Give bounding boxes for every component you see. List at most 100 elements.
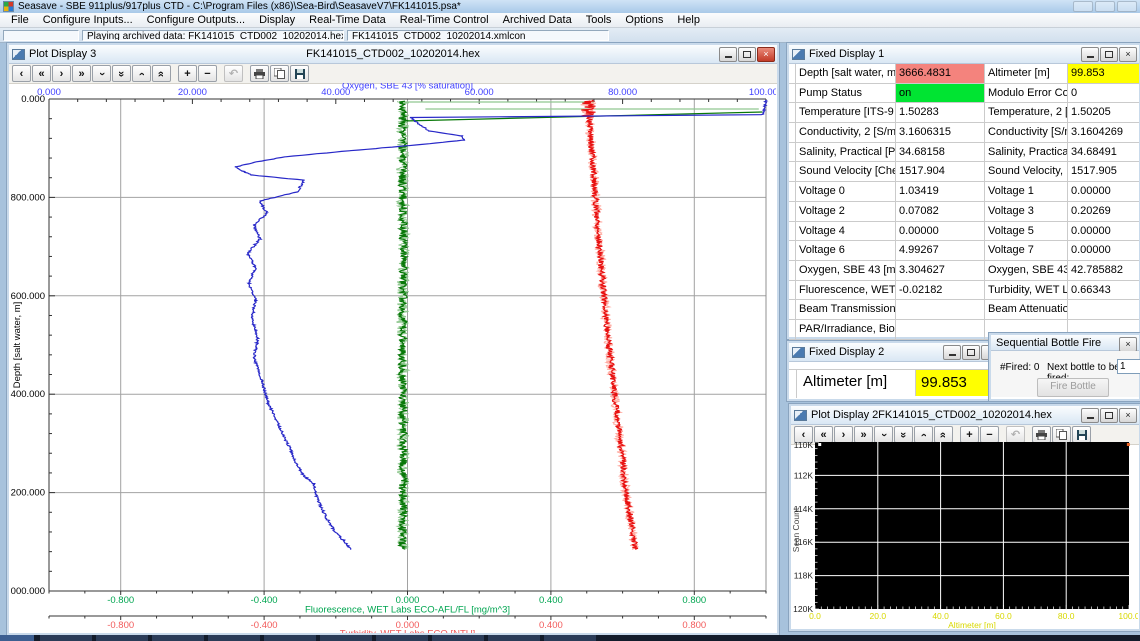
taskbar-button[interactable] xyxy=(96,635,148,641)
app-titlebar[interactable]: Seasave - SBE 911plus/917plus CTD - C:\P… xyxy=(0,0,1140,14)
restore-button[interactable] xyxy=(962,345,980,360)
pan-right-icon: › xyxy=(841,428,846,441)
row-gutter xyxy=(789,83,796,103)
windows-taskbar[interactable] xyxy=(0,635,1140,641)
taskbar-button[interactable] xyxy=(152,635,204,641)
pan-right-button[interactable]: › xyxy=(52,65,71,82)
pan-right-button[interactable]: › xyxy=(834,426,853,443)
plot-display-2-titlebar[interactable]: FK141015_CTD002_10202014.hex Plot Displa… xyxy=(791,406,1139,425)
zoom-out-button[interactable]: − xyxy=(198,65,217,82)
taskbar-button[interactable] xyxy=(544,635,596,641)
pan-up-fast-button[interactable]: » xyxy=(894,426,913,443)
minimize-button[interactable] xyxy=(1081,408,1099,423)
taskbar-button[interactable] xyxy=(264,635,316,641)
menu-item-help[interactable]: Help xyxy=(670,13,707,27)
pan-down-fast-button[interactable]: » xyxy=(152,65,171,82)
menu-item-real-time-data[interactable]: Real-Time Data xyxy=(302,13,393,27)
parameter-value: 1517.904 xyxy=(896,162,985,182)
save-button[interactable] xyxy=(1072,426,1091,443)
menu-item-tools[interactable]: Tools xyxy=(579,13,619,27)
pan-down-fast-icon: » xyxy=(937,431,950,438)
taskbar-button[interactable] xyxy=(320,635,372,641)
taskbar-button[interactable] xyxy=(432,635,484,641)
parameter-value xyxy=(896,319,985,339)
menu-item-configure-outputs[interactable]: Configure Outputs... xyxy=(140,13,252,27)
menu-item-real-time-control[interactable]: Real-Time Control xyxy=(393,13,496,27)
plot-window-icon xyxy=(794,409,807,421)
pan-left-fast-button[interactable]: « xyxy=(32,65,51,82)
fixed-display-1-titlebar[interactable]: Fixed Display 1 × xyxy=(789,45,1139,64)
taskbar-button[interactable] xyxy=(488,635,540,641)
parameter-value: 0.07082 xyxy=(896,201,985,221)
parameter-value: 1.50283 xyxy=(896,103,985,123)
table-divider xyxy=(796,369,797,398)
menu-item-file[interactable]: File xyxy=(4,13,36,27)
pan-left-fast-button[interactable]: « xyxy=(814,426,833,443)
sequential-bottle-fire-window: Sequential Bottle Fire × #Fired: 0 Next … xyxy=(988,332,1140,402)
restore-button[interactable] xyxy=(1100,47,1118,62)
menu-item-archived-data[interactable]: Archived Data xyxy=(496,13,579,27)
pan-left-button[interactable]: ‹ xyxy=(794,426,813,443)
plot-display-3-titlebar[interactable]: FK141015_CTD002_10202014.hex Plot Displa… xyxy=(9,45,777,64)
zoom-out-button[interactable]: − xyxy=(980,426,999,443)
undo-zoom-button[interactable]: ↶ xyxy=(224,65,243,82)
minimize-button[interactable] xyxy=(943,345,961,360)
taskbar-button[interactable] xyxy=(208,635,260,641)
parameter-label: Voltage 1 xyxy=(985,182,1068,201)
close-button[interactable]: × xyxy=(1119,47,1137,62)
app-maximize-button[interactable] xyxy=(1095,1,1115,12)
minimize-button[interactable] xyxy=(719,47,737,62)
parameter-value: 1517.905 xyxy=(1071,165,1117,178)
app-close-button[interactable] xyxy=(1117,1,1137,12)
pan-right-fast-button[interactable]: » xyxy=(854,426,873,443)
row-gutter xyxy=(789,182,796,201)
taskbar-start-area[interactable] xyxy=(0,635,34,641)
copy-button[interactable] xyxy=(270,65,289,82)
table-row: Beam Transmission Beam Attenuatio xyxy=(789,300,1139,320)
print-button[interactable] xyxy=(1032,426,1051,443)
taskbar-button[interactable] xyxy=(40,635,92,641)
undo-zoom-icon: ↶ xyxy=(1010,429,1021,441)
save-button[interactable] xyxy=(290,65,309,82)
bottle-fire-titlebar[interactable]: Sequential Bottle Fire × xyxy=(991,335,1139,352)
pan-down-fast-icon: » xyxy=(155,70,168,77)
svg-text:4,000.000: 4,000.000 xyxy=(10,586,45,597)
pan-down-fast-button[interactable]: » xyxy=(934,426,953,443)
svg-text:0.800: 0.800 xyxy=(682,620,706,631)
copy-button[interactable] xyxy=(1052,426,1071,443)
pan-up-button[interactable]: › xyxy=(92,65,111,82)
parameter-label: Oxygen, SBE 43 [m xyxy=(796,260,896,280)
restore-button[interactable] xyxy=(738,47,756,62)
undo-zoom-button[interactable]: ↶ xyxy=(1006,426,1025,443)
fixed-display-2-titlebar[interactable]: Fixed Display 2 × xyxy=(789,343,1001,362)
close-button[interactable]: × xyxy=(1119,408,1137,423)
minimize-button[interactable] xyxy=(1081,47,1099,62)
pan-up-button[interactable]: › xyxy=(874,426,893,443)
menu-item-display[interactable]: Display xyxy=(252,13,302,27)
pan-right-fast-button[interactable]: » xyxy=(72,65,91,82)
close-button[interactable]: × xyxy=(1119,337,1137,352)
menu-item-configure-inputs[interactable]: Configure Inputs... xyxy=(36,13,140,27)
parameter-value: 3.1604269 xyxy=(1071,126,1123,139)
parameter-value: 0.00000 xyxy=(1071,185,1111,198)
taskbar-button[interactable] xyxy=(376,635,428,641)
app-minimize-button[interactable] xyxy=(1073,1,1093,12)
zoom-in-button[interactable]: + xyxy=(960,426,979,443)
pan-down-button[interactable]: › xyxy=(914,426,933,443)
print-button[interactable] xyxy=(250,65,269,82)
fire-bottle-button[interactable]: Fire Bottle xyxy=(1037,378,1109,397)
close-button[interactable]: × xyxy=(757,47,775,62)
plot-display-2-window: FK141015_CTD002_10202014.hex Plot Displa… xyxy=(788,403,1140,632)
altimeter-label: Altimeter [m] xyxy=(803,373,888,390)
restore-button[interactable] xyxy=(1100,408,1118,423)
menu-item-options[interactable]: Options xyxy=(618,13,670,27)
pan-left-button[interactable]: ‹ xyxy=(12,65,31,82)
next-bottle-input[interactable] xyxy=(1117,359,1140,374)
pan-up-fast-button[interactable]: » xyxy=(112,65,131,82)
parameter-value: 0.00000 xyxy=(896,221,985,241)
pan-down-button[interactable]: › xyxy=(132,65,151,82)
altimeter-value: 99.853 xyxy=(915,370,989,396)
zoom-in-button[interactable]: + xyxy=(178,65,197,82)
table-row: Voltage 0 1.03419 Voltage 1 0.00000 xyxy=(789,182,1139,202)
svg-text:Turbidity, WET Labs ECO [NTU]: Turbidity, WET Labs ECO [NTU] xyxy=(340,629,476,634)
